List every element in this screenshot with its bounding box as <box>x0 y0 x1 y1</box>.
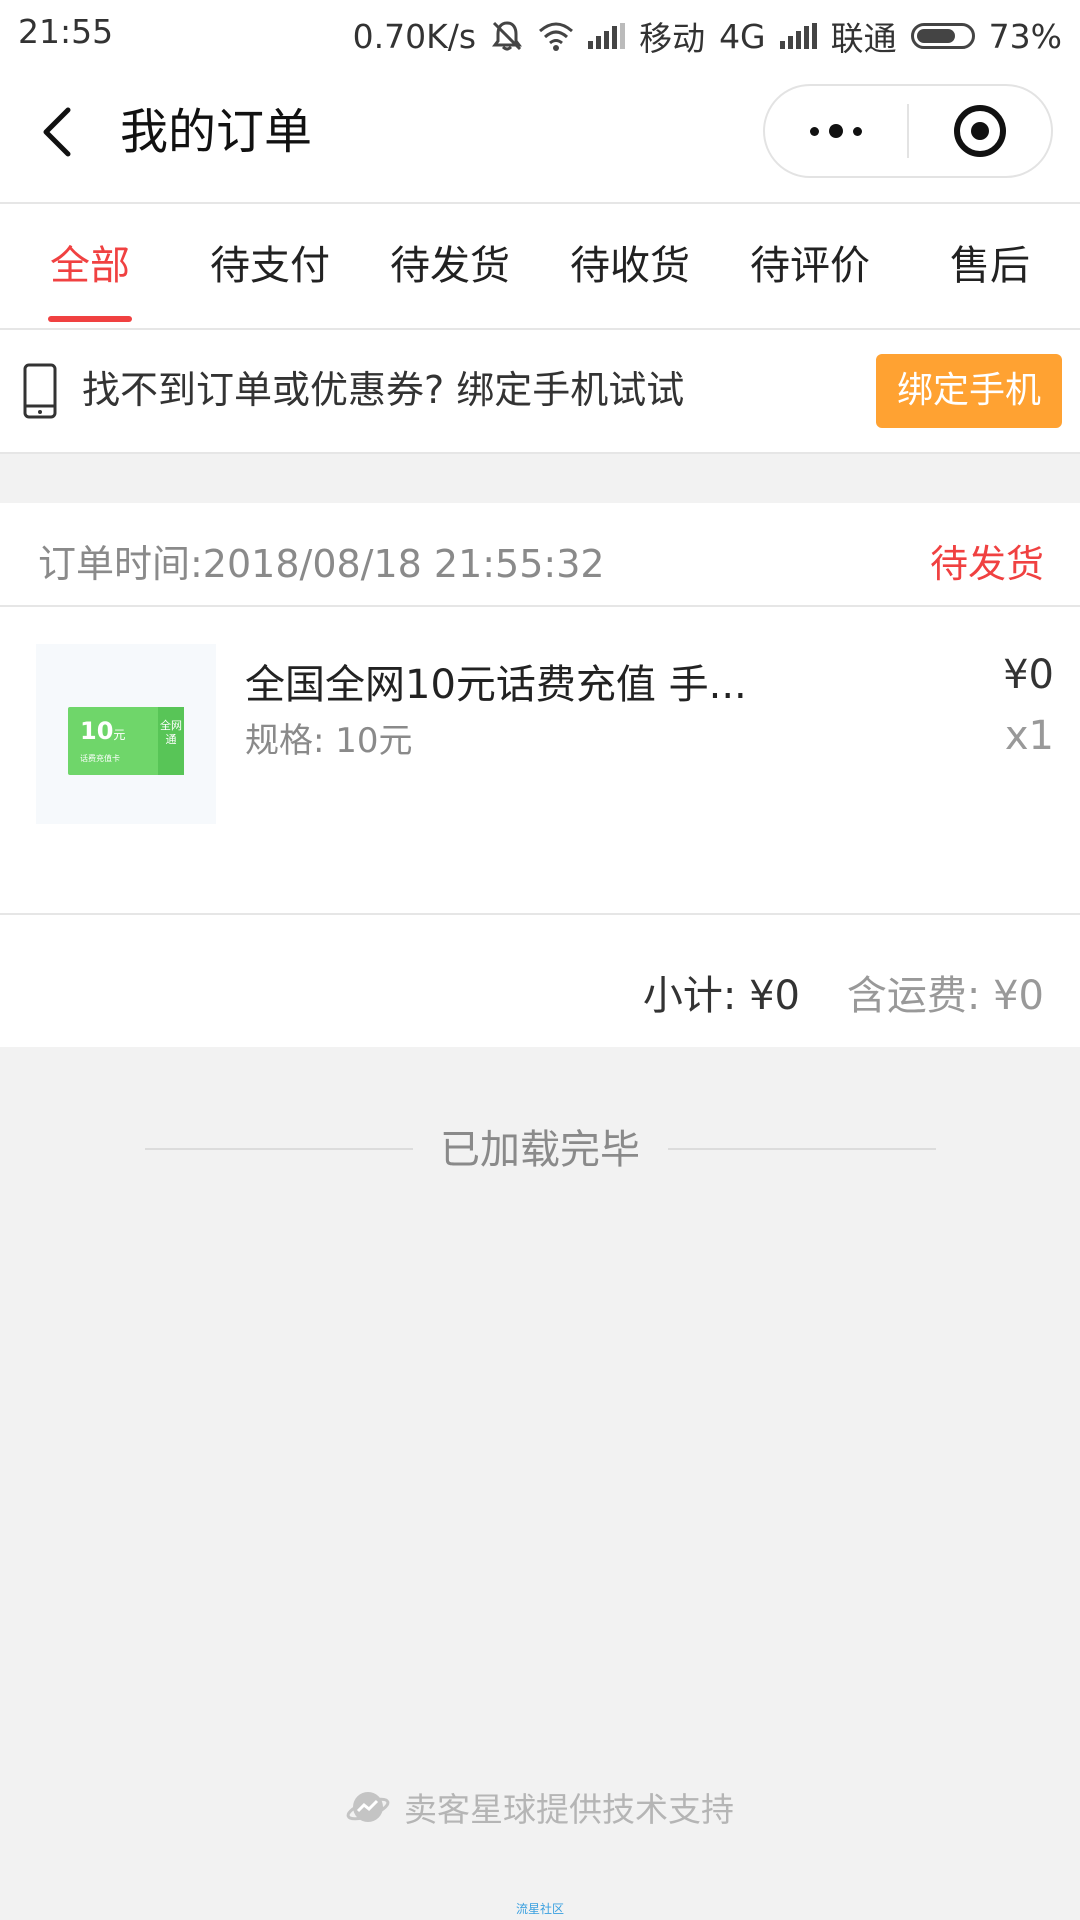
target-icon <box>954 105 1006 157</box>
bind-phone-banner: 找不到订单或优惠券? 绑定手机试试 绑定手机 <box>0 330 1080 454</box>
phone-icon <box>23 363 57 419</box>
network-speed: 0.70K/s <box>352 16 477 56</box>
order-footer: 小计: ¥0 含运费: ¥0 <box>0 913 1080 1047</box>
network-type: 4G <box>719 16 766 56</box>
product-quantity: x1 <box>1004 713 1054 759</box>
watermark: 流星社区 <box>515 1902 564 1916</box>
powered-by-text: 卖客星球提供技术支持 <box>404 1790 734 1829</box>
tab-pending-receipt[interactable]: 待收货 <box>560 204 700 328</box>
product-image[interactable]: 10元 话费充值卡 全网通 <box>36 644 216 824</box>
nav-bar: 我的订单 <box>0 62 1080 204</box>
tab-all[interactable]: 全部 <box>30 204 150 328</box>
order-subtotal: 小计: ¥0 <box>642 973 800 1019</box>
battery-percent: 73% <box>988 16 1062 56</box>
card-stub: 全网通 <box>158 707 184 775</box>
status-time: 21:55 <box>18 12 114 51</box>
carrier-2: 联通 <box>830 19 897 58</box>
signal-icon <box>588 23 626 49</box>
carrier-1: 移动 <box>639 19 706 58</box>
order-status: 待发货 <box>929 542 1044 586</box>
order-header: 订单时间:2018/08/18 21:55:32 待发货 <box>0 503 1080 607</box>
card-caption: 话费充值卡 <box>80 754 120 763</box>
planet-icon <box>346 1792 390 1822</box>
loaded-indicator: 已加载完毕 <box>0 1120 1080 1180</box>
tab-pending-payment[interactable]: 待支付 <box>200 204 340 328</box>
page-title: 我的订单 <box>120 104 313 160</box>
card-unit: 元 <box>113 728 126 742</box>
status-bar: 21:55 0.70K/s 移动 4G 联通 73% <box>0 0 1080 62</box>
battery-icon <box>910 23 975 49</box>
tab-pending-shipment[interactable]: 待发货 <box>380 204 520 328</box>
tab-active-indicator <box>48 316 132 322</box>
mini-program-capsule <box>763 84 1053 178</box>
wifi-icon <box>539 22 574 51</box>
status-right: 0.70K/s 移动 4G 联通 73% <box>353 12 1062 60</box>
back-button[interactable] <box>30 102 90 162</box>
recharge-card-image: 10元 话费充值卡 全网通 <box>68 707 184 775</box>
order-time: 订单时间:2018/08/18 21:55:32 <box>38 542 605 586</box>
tab-pending-review[interactable]: 待评价 <box>740 204 880 328</box>
product-price: ¥0 <box>1003 652 1054 698</box>
product-name: 全国全网10元话费充值 手... <box>245 662 747 708</box>
close-button[interactable] <box>909 86 1051 176</box>
bind-phone-button[interactable]: 绑定手机 <box>876 354 1062 428</box>
order-card[interactable]: 订单时间:2018/08/18 21:55:32 待发货 10元 话费充值卡 全… <box>0 503 1080 1047</box>
more-button[interactable] <box>765 86 907 176</box>
more-dots-icon <box>810 124 862 138</box>
loaded-text: 已加载完毕 <box>440 1127 640 1173</box>
powered-by: 卖客星球提供技术支持 <box>0 1780 1080 1834</box>
chevron-left-icon <box>43 107 71 157</box>
card-amount: 10 <box>80 717 114 745</box>
mute-icon <box>492 21 523 51</box>
order-tabs: 全部 待支付 待发货 待收货 待评价 售后 <box>0 204 1080 330</box>
signal-icon-2 <box>779 23 817 49</box>
order-shipping: 含运费: ¥0 <box>846 973 1044 1019</box>
tab-after-sales[interactable]: 售后 <box>930 204 1050 328</box>
bind-phone-text: 找不到订单或优惠券? 绑定手机试试 <box>82 368 685 412</box>
product-spec: 规格: 10元 <box>245 721 413 761</box>
